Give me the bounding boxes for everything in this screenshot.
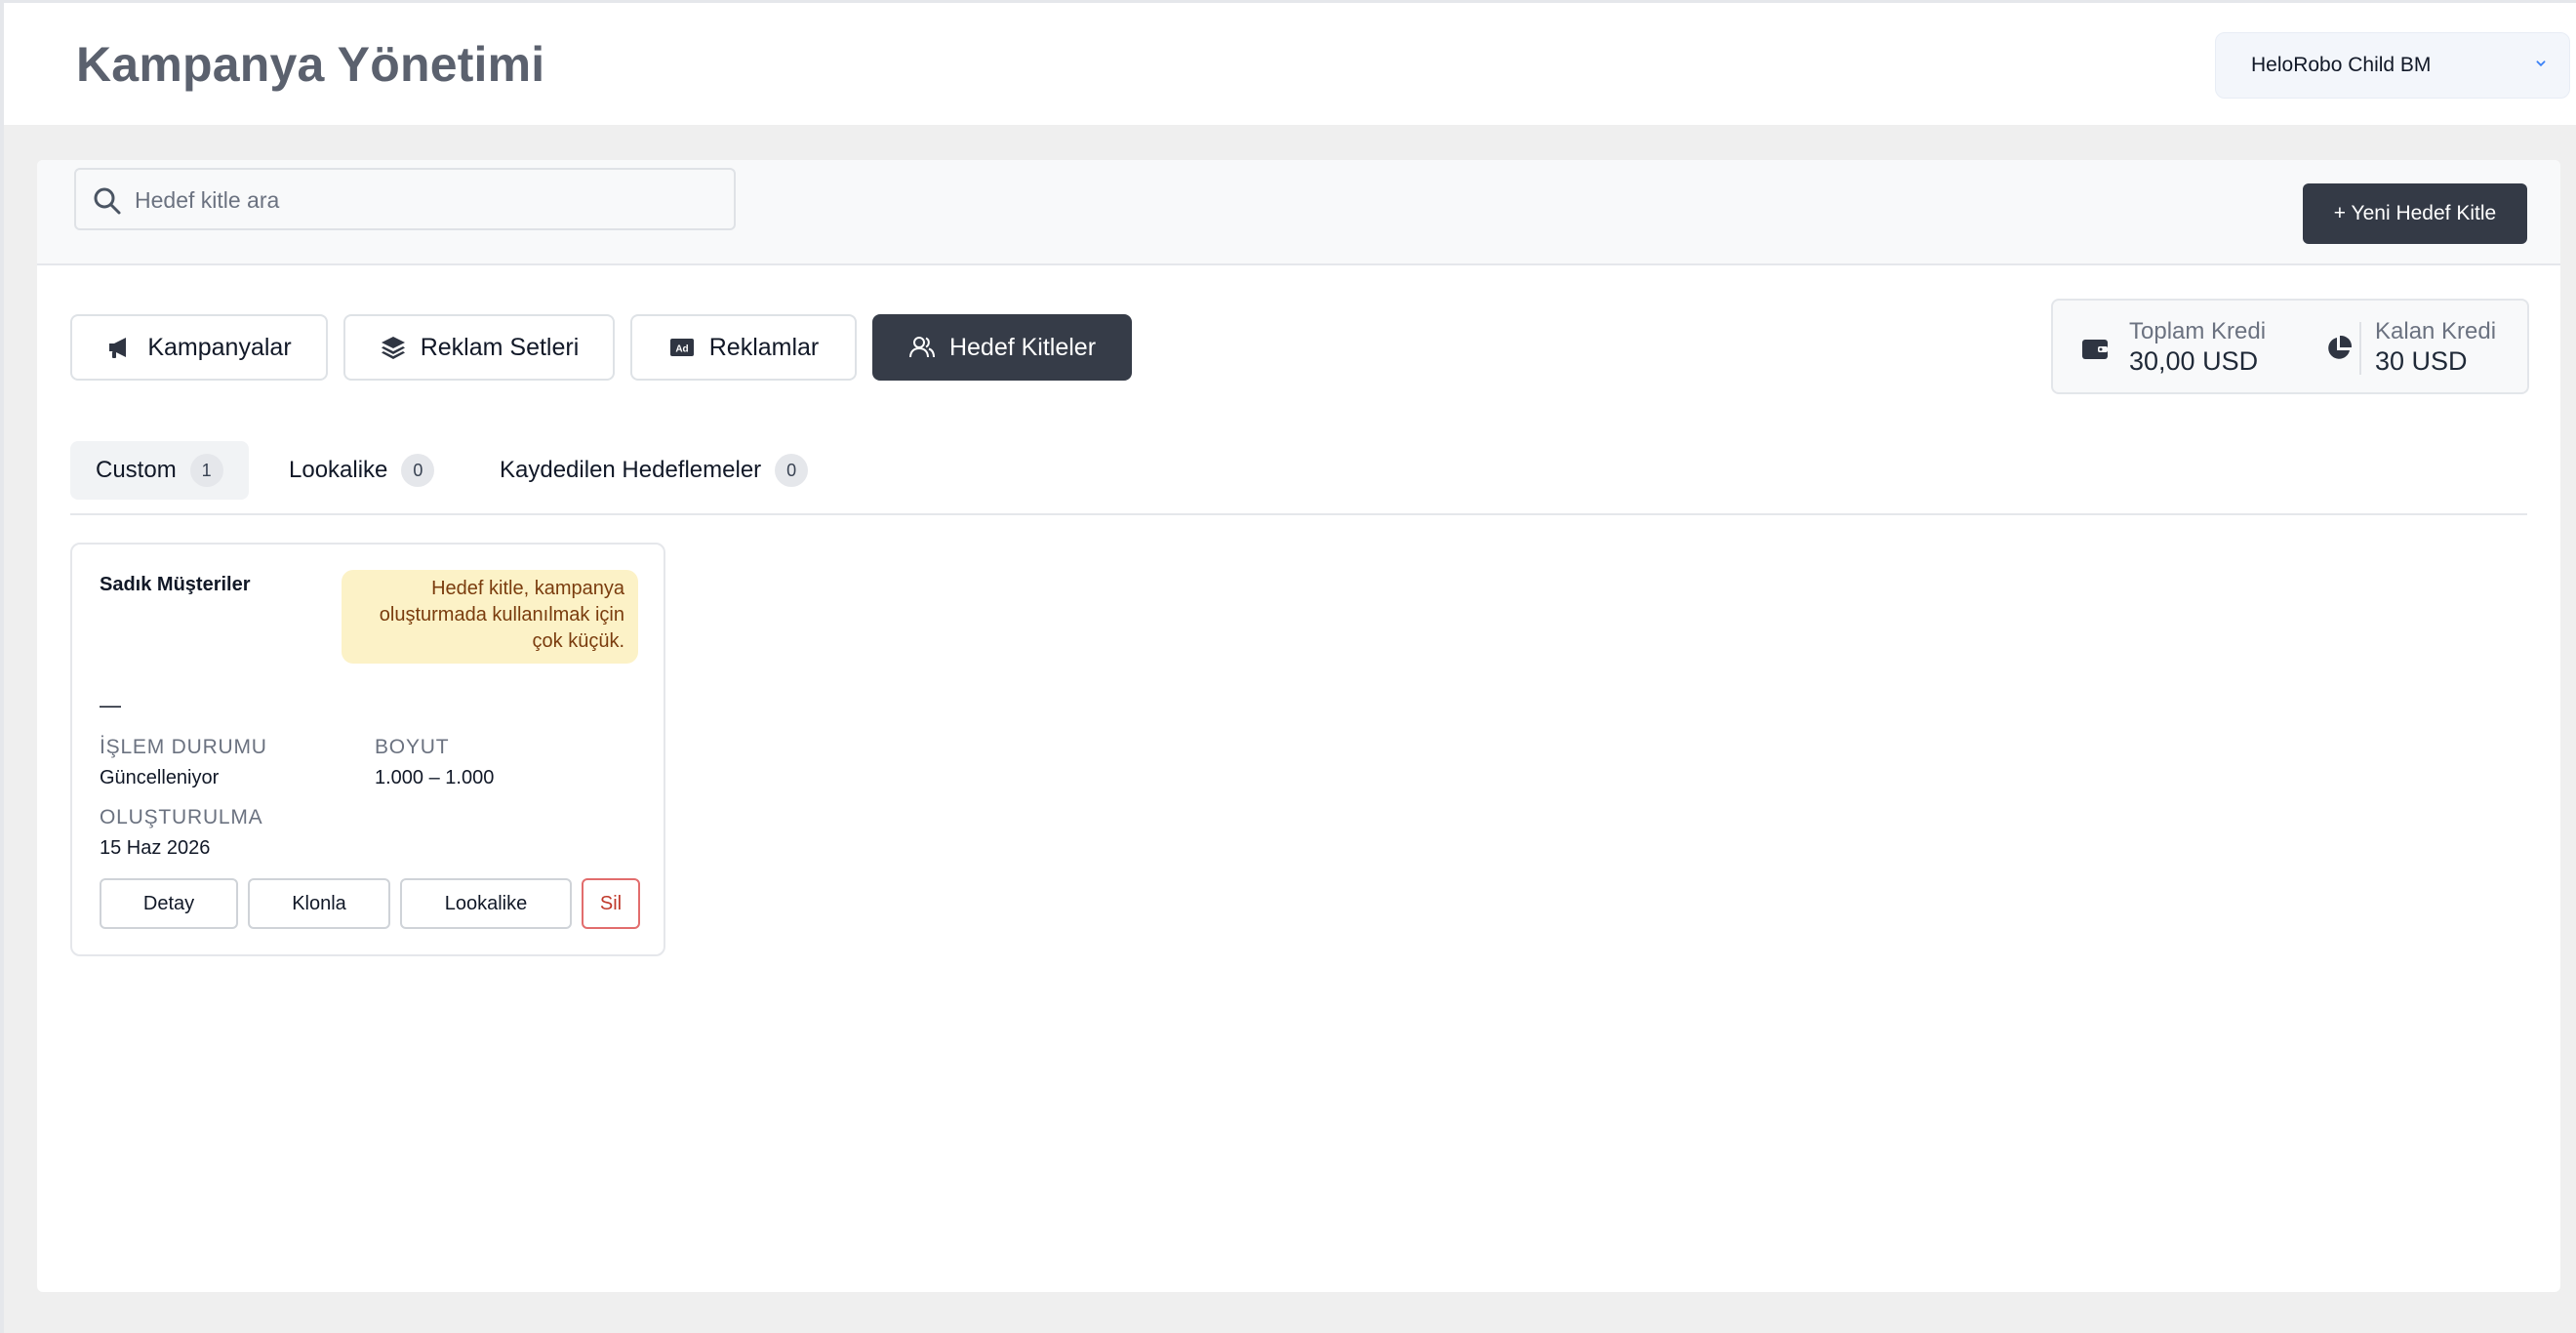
total-credit: Toplam Kredi 30,00 USD	[2129, 318, 2266, 377]
subtab-custom-label: Custom	[96, 457, 177, 483]
total-credit-label: Toplam Kredi	[2129, 318, 2267, 344]
business-manager-label: HeloRobo Child BM	[2251, 54, 2432, 76]
tab-ad-sets[interactable]: Reklam Setleri	[343, 314, 615, 381]
search-icon	[94, 187, 121, 215]
main-panel: + Yeni Hedef Kitle Kampanyalar Reklam Se…	[37, 160, 2560, 1292]
subtab-lookalike[interactable]: Lookalike 0	[289, 441, 435, 500]
credits-summary: Toplam Kredi 30,00 USD Kalan Kredi 30 US…	[2051, 299, 2529, 394]
tab-campaigns-label: Kampanyalar	[147, 333, 292, 361]
total-credit-value: 30,00 USD	[2129, 346, 2259, 376]
megaphone-icon	[109, 338, 127, 358]
detail-button[interactable]: Detay	[100, 878, 238, 929]
users-icon	[908, 337, 935, 358]
business-manager-select[interactable]: HeloRobo Child BM	[2215, 32, 2570, 99]
search-box[interactable]	[74, 168, 736, 230]
subtab-custom-count: 1	[189, 454, 223, 487]
tab-ad-sets-label: Reklam Setleri	[420, 333, 580, 361]
svg-text:Ad: Ad	[675, 344, 688, 355]
subtabs-divider	[70, 513, 2527, 515]
left-gutter	[0, 0, 4, 1333]
subtab-saved-targeting-count: 0	[775, 454, 809, 487]
tab-audiences-label: Hedef Kitleler	[948, 333, 1097, 361]
tab-audiences[interactable]: Hedef Kitleler	[872, 314, 1132, 381]
tab-campaigns[interactable]: Kampanyalar	[70, 314, 328, 381]
tab-ads-label: Reklamlar	[708, 333, 820, 361]
page-title: Kampanya Yönetimi	[76, 37, 545, 92]
size-label: BOYUT	[375, 736, 450, 758]
search-input[interactable]	[135, 180, 720, 221]
status-label: İŞLEM DURUMU	[100, 736, 267, 758]
new-audience-button[interactable]: + Yeni Hedef Kitle	[2303, 183, 2527, 244]
created-value: 15 Haz 2026	[100, 837, 211, 859]
clone-button[interactable]: Klonla	[248, 878, 390, 929]
audience-card: Sadık Müşteriler Hedef kitle, kampanya o…	[70, 543, 665, 956]
subtab-saved-targeting-label: Kaydedilen Hedeflemeler	[500, 457, 762, 483]
remaining-credit-value: 30 USD	[2375, 346, 2468, 376]
pie-chart-icon-shape	[2328, 335, 2353, 359]
subtab-lookalike-count: 0	[401, 454, 435, 487]
credits-divider	[2359, 322, 2361, 375]
remaining-credit-label: Kalan Kredi	[2375, 318, 2497, 344]
subtab-lookalike-label: Lookalike	[289, 457, 388, 483]
audience-size-warning: Hedef kitle, kampanya oluşturmada kullan…	[342, 570, 638, 664]
lookalike-button[interactable]: Lookalike	[400, 878, 572, 929]
size-value: 1.000 – 1.000	[375, 767, 495, 788]
ad-icon: Ad	[669, 339, 694, 356]
panel-toolbar: + Yeni Hedef Kitle	[37, 160, 2560, 265]
layers-icon	[381, 337, 405, 359]
subtab-custom[interactable]: Custom 1	[70, 441, 249, 500]
status-value: Güncelleniyor	[100, 767, 220, 788]
wallet-icon	[2082, 340, 2108, 359]
tab-ads[interactable]: Ad Reklamlar	[630, 314, 857, 381]
created-label: OLUŞTURULMA	[100, 806, 263, 828]
audience-description: —	[100, 693, 121, 717]
chevron-down-icon	[2536, 61, 2546, 67]
top-header: Kampanya Yönetimi HeloRobo Child BM	[4, 0, 2576, 125]
audience-name: Sadık Müşteriler	[100, 574, 251, 595]
subtab-saved-targeting[interactable]: Kaydedilen Hedeflemeler 0	[500, 441, 809, 500]
delete-button[interactable]: Sil	[582, 878, 640, 929]
remaining-credit: Kalan Kredi 30 USD	[2375, 318, 2496, 377]
